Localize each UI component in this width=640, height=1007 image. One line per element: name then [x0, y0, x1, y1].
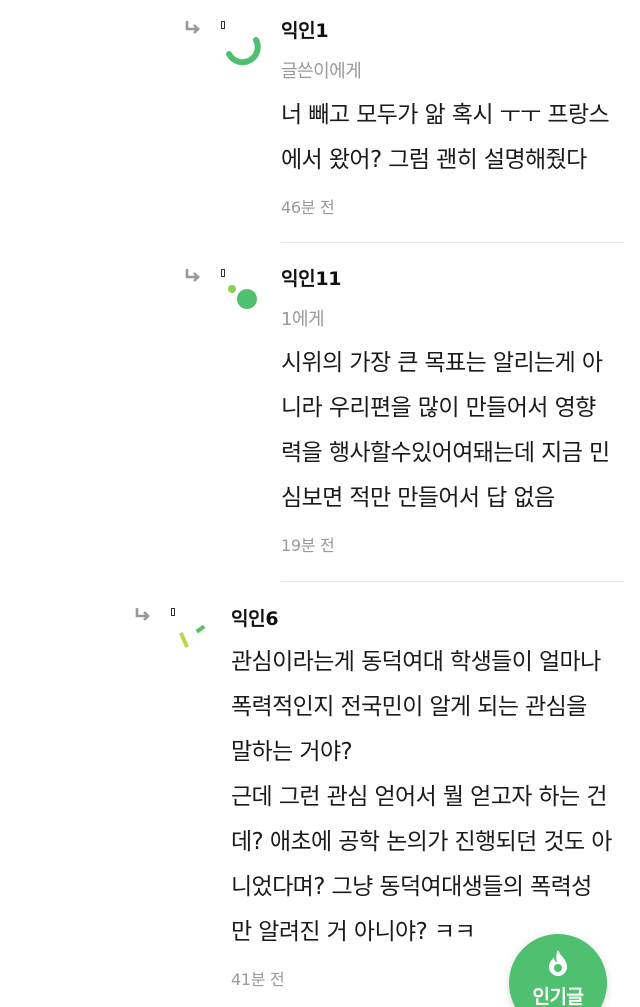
comment-item: 익인1 글쓴이에게 너 빼고 모두가 앎 혹시 ㅜㅜ 프랑스 에서 왔어? 그럼…: [281, 18, 631, 219]
comment-author[interactable]: 익인11: [281, 266, 631, 292]
reply-arrow-icon: [135, 608, 150, 621]
comment-time: 46분 전: [281, 198, 335, 217]
reply-target: 글쓴이에게: [281, 61, 362, 82]
avatar[interactable]: [212, 14, 264, 66]
comment-author[interactable]: 익인1: [281, 18, 631, 44]
comment-thread: 익인1 글쓴이에게 너 빼고 모두가 앎 혹시 ㅜㅜ 프랑스 에서 왔어? 그럼…: [0, 0, 640, 1007]
comment-time: 19분 전: [281, 536, 335, 555]
comment-body: 너 빼고 모두가 앎 혹시 ㅜㅜ 프랑스 에서 왔어? 그럼 괜히 설명해줬다: [281, 102, 610, 173]
popular-posts-label: 인기글: [532, 986, 584, 1007]
comment-body: 시위의 가장 큰 목표는 알리는게 아 니라 우리편을 많이 만들어서 영향 력…: [281, 350, 610, 511]
divider: [281, 242, 624, 243]
flame-icon: [549, 950, 567, 976]
comment-author[interactable]: 익인6: [231, 606, 631, 632]
divider: [281, 581, 624, 582]
comment-body: 관심이라는게 동덕여대 학생들이 얼마나 폭력적인지 전국민이 알게 되는 관심…: [231, 649, 612, 945]
avatar[interactable]: [212, 262, 264, 314]
reply-arrow-icon: [185, 269, 200, 282]
reply-arrow-icon: [185, 21, 200, 34]
comment-item: 익인11 1에게 시위의 가장 큰 목표는 알리는게 아 니라 우리편을 많이 …: [281, 266, 631, 557]
reply-target: 1에게: [281, 309, 325, 330]
comment-item: 익인6 관심이라는게 동덕여대 학생들이 얼마나 폭력적인지 전국민이 알게 되…: [231, 606, 631, 991]
avatar[interactable]: [162, 601, 214, 653]
